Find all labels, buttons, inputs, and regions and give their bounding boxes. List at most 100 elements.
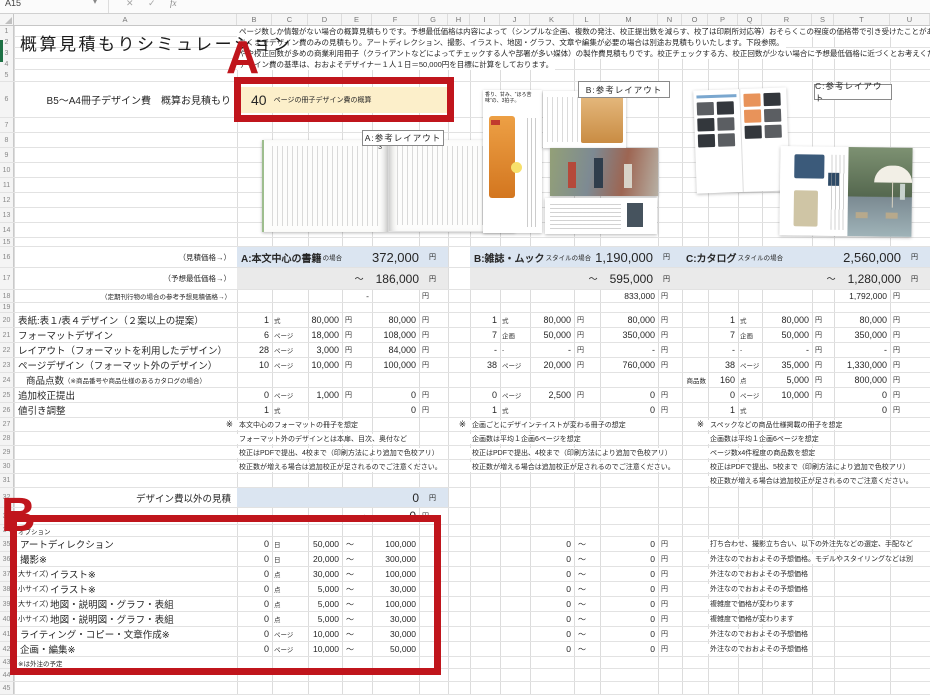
yen-cell[interactable]: 円 [419,313,448,327]
column-header[interactable]: S [812,14,834,25]
periodical-c-value[interactable]: 1,792,000 [834,290,890,302]
yen-cell[interactable]: 円 [658,537,682,551]
qty-cell[interactable]: 38 [470,358,500,372]
yen-cell[interactable]: 円 [342,358,372,372]
amount-cell[interactable]: 0 [834,403,890,417]
row-header[interactable]: 19 [0,303,14,312]
total-low-cell[interactable]: 0 [530,642,574,656]
column-header[interactable]: F [372,14,419,25]
yen-cell[interactable]: 円 [812,388,834,402]
column-header[interactable]: O [682,14,708,25]
row-header[interactable]: 25 [0,388,14,402]
amount-cell[interactable]: 80,000 [372,313,419,327]
column-header[interactable]: A [14,14,237,25]
yen-cell[interactable]: 円 [658,627,682,641]
qty-cell[interactable]: - [708,343,738,357]
note-text[interactable]: フォーマット外のデザインとは本扉、目次、奥付など [237,434,409,444]
amount-cell[interactable]: 350,000 [834,328,890,342]
yen-cell[interactable]: 円 [812,343,834,357]
row-header[interactable]: 7 [0,118,14,132]
column-header[interactable]: T [834,14,890,25]
yen-cell[interactable]: 円 [342,388,372,402]
yen-cell[interactable]: 円 [658,567,682,581]
price-cell[interactable]: 3,000 [308,343,342,357]
note-text[interactable]: 校正はPDFで提出、4校まで（印刷方法により追加で色校アリ） [470,448,674,458]
yen-cell[interactable]: 円 [658,612,682,626]
yen-cell[interactable]: 円 [890,328,930,342]
yen-cell[interactable]: 円 [419,403,448,417]
option-note[interactable]: 複雑度で価格が変わります [708,599,796,609]
option-note[interactable]: 打ち合わせ、撮影立ち合い、以下の外注先などの選定、手配など [708,539,915,549]
amount-cell[interactable]: - [834,343,890,357]
row-header[interactable]: 8 [0,133,14,147]
note-text[interactable]: 校正はPDFで提出、5校まで（印刷方法により追加で色校アリ） [708,462,912,472]
yen-cell[interactable]: 円 [574,313,600,327]
price-cell[interactable]: 20,000 [530,358,574,372]
note-text[interactable]: スペックなどの商品仕様掲載の冊子を想定 [708,420,845,430]
tilde-cell[interactable]: ～ [574,597,600,611]
column-header[interactable]: N [658,14,682,25]
total-low-cell[interactable]: 0 [530,627,574,641]
row-header[interactable]: 45 [0,682,14,694]
note-text[interactable]: 校正数が増える場合は追加校正が足されるのでご注意ください。 [708,476,915,486]
total-low-cell[interactable]: 0 [530,612,574,626]
amount-cell[interactable]: 84,000 [372,343,419,357]
tilde-cell[interactable]: ～ [574,567,600,581]
item-label[interactable]: 追加校正提出 [14,388,237,402]
name-box[interactable]: A15 [5,0,21,8]
asterisk-cell[interactable]: ※ [14,418,237,431]
column-header[interactable]: D [308,14,342,25]
row-header[interactable]: 23 [0,358,14,372]
qty-cell[interactable]: 0 [708,388,738,402]
unit-cell[interactable]: ページ [500,358,530,372]
yen-cell[interactable]: 円 [658,388,682,402]
amount-cell[interactable]: 0 [834,388,890,402]
row-header[interactable]: 26 [0,403,14,417]
yen-cell[interactable]: 円 [658,642,682,656]
row-header[interactable]: 10 [0,163,14,177]
price-cell[interactable]: 10,000 [762,388,812,402]
price-cell[interactable]: 10,000 [308,358,342,372]
unit-cell[interactable]: 式 [738,313,762,327]
column-header[interactable]: G [419,14,448,25]
price-cell[interactable]: 50,000 [530,328,574,342]
amount-cell[interactable]: 0 [600,403,658,417]
price-cell[interactable]: 80,000 [762,313,812,327]
row-header[interactable]: 28 [0,432,14,445]
option-note[interactable]: 複雑度で価格が変わります [708,614,796,624]
item-label[interactable]: 表紙:表１/表４デザイン（２案以上の提案） [14,313,237,327]
row-header[interactable]: 9 [0,148,14,162]
yen-cell[interactable]: 円 [890,403,930,417]
yen-cell[interactable]: 円 [658,597,682,611]
unit-cell[interactable]: ページ [272,388,308,402]
unit-cell[interactable]: ページ [272,358,308,372]
price-cell[interactable]: 80,000 [530,313,574,327]
periodical-b-value[interactable]: 833,000 [600,290,658,302]
unit-cell[interactable]: ページ [738,358,762,372]
yen-cell[interactable]: 円 [419,358,448,372]
sub-label-cell[interactable]: 商品数 [682,373,708,387]
qty-cell[interactable]: 160 [708,373,738,387]
row-header[interactable]: 24 [0,373,14,387]
amount-cell[interactable]: 1,330,000 [834,358,890,372]
total-low-cell[interactable]: 0 [530,552,574,566]
yen-cell[interactable]: 円 [890,343,930,357]
column-header[interactable]: R [762,14,812,25]
total-low-cell[interactable]: 0 [530,567,574,581]
yen-cell[interactable]: 円 [658,290,682,302]
amount-cell[interactable]: - [600,343,658,357]
column-header[interactable]: L [574,14,600,25]
name-box-dropdown-icon[interactable]: ▾ [93,0,97,6]
qty-cell[interactable]: 1 [708,403,738,417]
periodical-row-label[interactable]: （定期刊行物の場合の参考予想見積価格→） [14,290,237,302]
yen-cell[interactable]: 円 [419,290,448,302]
unit-cell[interactable]: 式 [738,403,762,417]
other-estimate-cell[interactable]: 0円 [237,488,448,507]
intro-text[interactable]: あくまでデザイン費のみの見積もり。アートディレクション、撮影、イラスト、地図・グ… [237,37,786,48]
yen-cell[interactable]: 円 [658,328,682,342]
estimate-b-cell[interactable]: B:雑誌・ムックスタイルの場合1,190,000円 [470,247,682,267]
yen-cell[interactable]: 円 [890,373,930,387]
option-note[interactable]: 外注なのでおおよその予想価格 [708,629,810,639]
note-text[interactable]: 校正数が増える場合は追加校正が足されるのでご注意ください。 [470,462,677,472]
cancel-icon[interactable]: ✕ [126,0,134,9]
